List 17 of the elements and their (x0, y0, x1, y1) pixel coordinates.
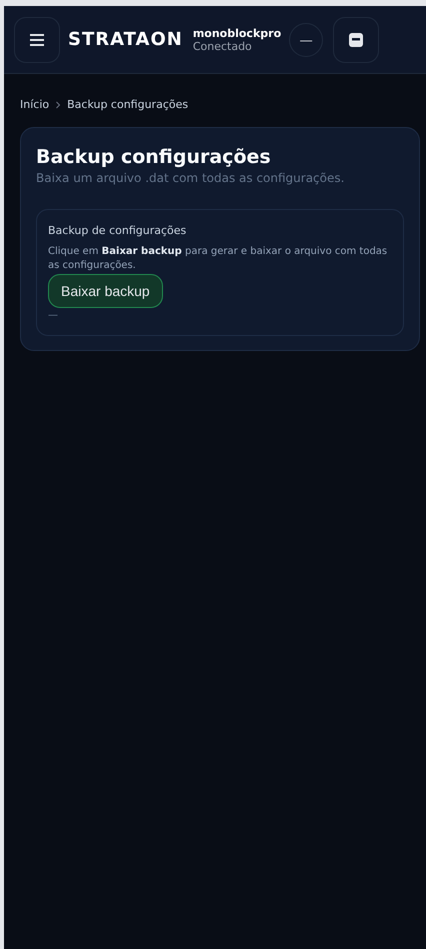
save-button[interactable] (333, 16, 380, 62)
panel-description: Clique em Baixar backup para gerar e baixar o arquivo com todas as configurações. (48, 245, 388, 272)
chevron-icon (55, 100, 62, 108)
device-name: monoblockpro (192, 26, 282, 40)
panel-title: Backup de configurações (48, 224, 188, 237)
menu-icon (29, 32, 45, 46)
round-button[interactable]: — (289, 22, 324, 56)
logo: STRATAON (68, 29, 183, 50)
page-title: Backup configurações (36, 146, 272, 168)
page-subtitle: Baixa um arquivo .dat com todas as configurações. (36, 171, 346, 185)
result-text: — (48, 310, 59, 321)
archive-icon (348, 32, 364, 48)
menu-button[interactable] (14, 16, 60, 62)
breadcrumb-link[interactable]: Início (20, 98, 50, 111)
breadcrumb-current: Backup configurações (67, 98, 188, 111)
connection-status: Conectado (192, 40, 253, 52)
download-button[interactable]: Baixar backup (48, 274, 163, 308)
